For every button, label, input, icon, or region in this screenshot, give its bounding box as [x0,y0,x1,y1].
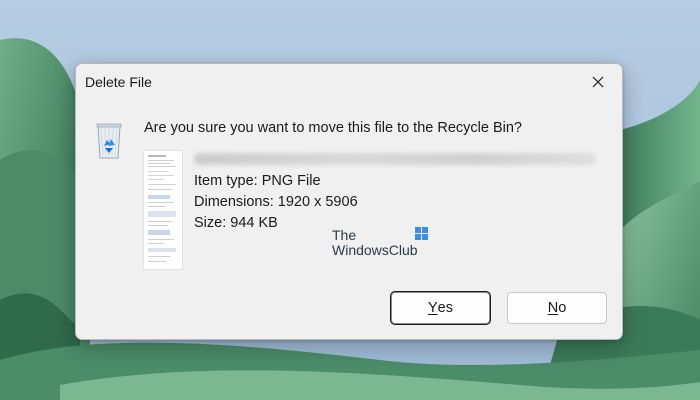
windows-logo-icon [415,227,428,240]
dialog-titlebar: Delete File [76,64,622,100]
delete-file-dialog: Delete File Are you sure you want to mov… [75,63,623,340]
yes-mnemonic: Y [428,300,438,316]
thewindowsclub-watermark: The WindowsClub [332,227,432,261]
blurred-filename [194,153,596,165]
no-button[interactable]: No [507,292,607,324]
close-button[interactable] [580,68,616,96]
watermark-line2: WindowsClub [332,242,418,258]
dimensions-text: Dimensions: 1920 x 5906 [194,194,358,210]
size-text: Size: 944 KB [194,215,278,231]
yes-button[interactable]: Yes [391,292,490,324]
file-thumbnail [143,150,183,270]
dialog-title: Delete File [85,74,152,90]
recycle-bin-icon [96,123,122,159]
watermark-line1: The [332,227,357,243]
close-icon [592,76,604,88]
item-type-text: Item type: PNG File [194,173,321,189]
confirmation-question: Are you sure you want to move this file … [144,120,522,136]
no-mnemonic: N [547,300,559,316]
yes-label-rest: es [437,300,453,316]
no-label-rest: o [558,300,567,316]
